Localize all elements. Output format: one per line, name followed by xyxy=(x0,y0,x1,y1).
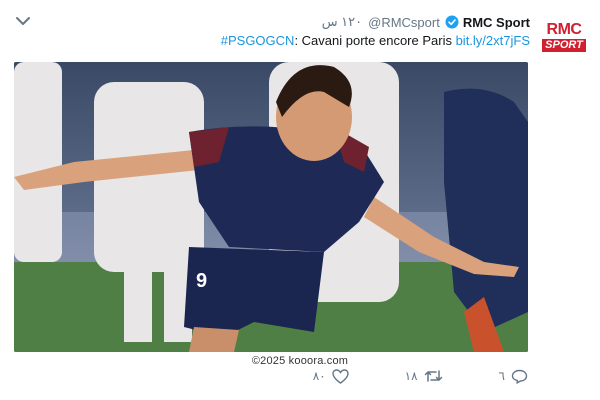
reply-button[interactable]: ٦ xyxy=(499,369,528,384)
tweet-body-text: : Cavani porte encore Paris xyxy=(294,33,456,48)
like-button[interactable]: ٨٠ xyxy=(312,368,349,384)
like-count: ٨٠ xyxy=(312,369,326,383)
hashtag-link[interactable]: #PSGOGCN xyxy=(221,33,295,48)
account-handle[interactable]: @RMCsport xyxy=(368,15,440,30)
reply-count: ٦ xyxy=(498,369,505,383)
url-link[interactable]: bit.ly/2xt7jFS xyxy=(456,33,530,48)
tweet-actions: ٨٠ ١٨ ٦ xyxy=(313,366,528,386)
tweet-header: ١٢٠ س @RMCsport RMC Sport xyxy=(322,13,530,31)
avatar[interactable]: RMC SPORT xyxy=(540,18,588,58)
tweet-photo[interactable]: 9 xyxy=(14,62,528,352)
jersey-number: 9 xyxy=(196,270,207,292)
retweet-icon xyxy=(424,369,443,383)
tweet-time[interactable]: ١٢٠ س xyxy=(322,14,362,30)
chevron-down-icon[interactable] xyxy=(14,12,32,30)
tweet-text: #PSGOGCN: Cavani porte encore Paris bit.… xyxy=(221,33,530,51)
verified-badge-icon xyxy=(445,15,459,29)
heart-icon xyxy=(331,368,349,384)
retweet-count: ١٨ xyxy=(404,369,418,383)
account-name[interactable]: RMC Sport xyxy=(463,15,530,30)
tweet-card: RMC SPORT ١٢٠ س @RMCsport RMC Sport #PSG… xyxy=(0,0,600,400)
logo-text-bottom: SPORT xyxy=(542,39,586,52)
reply-icon xyxy=(511,369,528,384)
retweet-button[interactable]: ١٨ xyxy=(405,369,443,383)
logo-text-top: RMC xyxy=(546,21,582,38)
